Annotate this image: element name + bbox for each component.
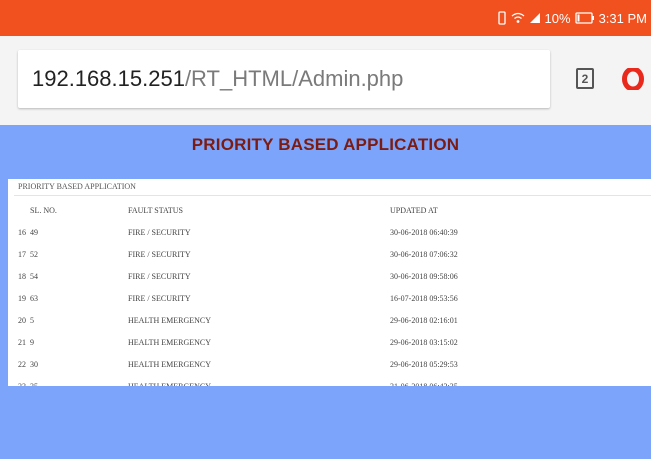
cell-fault-status: HEALTH EMERGENCY: [128, 359, 212, 369]
cell-updated-at: 30-06-2018 06:40:39: [390, 227, 458, 237]
clock: 3:31 PM: [598, 10, 647, 26]
priority-table: SL. NO. FAULT STATUS UPDATED AT 16 49 FIR…: [18, 199, 630, 387]
cell-sl-no: 16 49: [18, 227, 38, 237]
cell-fault-status: HEALTH EMERGENCY: [128, 337, 212, 347]
cell-updated-at: 29-06-2018 05:29:53: [390, 359, 458, 369]
table-row: 17 52 FIRE / SECURITY 30-06-2018 07:06:32: [18, 243, 630, 265]
battery-percent: 10%: [544, 10, 571, 26]
cell-fault-status: FIRE / SECURITY: [128, 271, 191, 281]
cell-fault-status: FIRE / SECURITY: [128, 293, 191, 303]
column-header-sl-no: SL. NO.: [30, 205, 57, 215]
wifi-icon: [511, 12, 525, 24]
tab-count: 2: [581, 71, 589, 86]
battery-icon: [574, 12, 595, 24]
cell-sl-no: 23 35: [18, 381, 38, 387]
cell-updated-at: 29-06-2018 03:15:02: [390, 337, 458, 347]
cell-sl-no: 20 5: [18, 315, 34, 325]
url-host: 192.168.15.251: [32, 66, 185, 91]
browser-toolbar: 192.168.15.251/RT_HTML/Admin.php 2: [0, 36, 651, 125]
cell-sl-no: 17 52: [18, 249, 38, 259]
status-bar: 10% 3:31 PM: [0, 0, 651, 36]
address-bar[interactable]: 192.168.15.251/RT_HTML/Admin.php: [18, 50, 550, 108]
page-content: PRIORITY BASED APPLICATION PRIORITY BASE…: [0, 125, 651, 459]
cell-updated-at: 21-06-2018 06:42:35: [390, 381, 458, 387]
priority-panel: PRIORITY BASED APPLICATION SL. NO. FAULT…: [8, 179, 651, 386]
cell-updated-at: 30-06-2018 07:06:32: [390, 249, 458, 259]
table-row: 20 5 HEALTH EMERGENCY 29-06-2018 02:16:01: [18, 309, 630, 331]
panel-divider: [14, 195, 651, 196]
table-row: 18 54 FIRE / SECURITY 30-06-2018 09:58:06: [18, 265, 630, 287]
vibrate-icon: [497, 11, 507, 25]
url-text[interactable]: 192.168.15.251/RT_HTML/Admin.php: [32, 66, 403, 92]
url-path: /RT_HTML/Admin.php: [184, 66, 404, 91]
table-row: 16 49 FIRE / SECURITY 30-06-2018 06:40:39: [18, 221, 630, 243]
cell-sl-no: 19 63: [18, 293, 38, 303]
table-row: 19 63 FIRE / SECURITY 16-07-2018 09:53:56: [18, 287, 630, 309]
cell-fault-status: FIRE / SECURITY: [128, 249, 191, 259]
cell-updated-at: 16-07-2018 09:53:56: [390, 293, 458, 303]
cell-fault-status: HEALTH EMERGENCY: [128, 315, 212, 325]
column-header-updated-at: UPDATED AT: [390, 205, 438, 215]
cell-updated-at: 30-06-2018 09:58:06: [390, 271, 458, 281]
status-icons: 10% 3:31 PM: [497, 9, 647, 27]
panel-title: PRIORITY BASED APPLICATION: [18, 182, 136, 191]
cell-sl-no: 21 9: [18, 337, 34, 347]
signal-icon: [529, 12, 541, 24]
cell-sl-no: 18 54: [18, 271, 38, 281]
opera-icon[interactable]: [622, 66, 644, 92]
cell-fault-status: FIRE / SECURITY: [128, 227, 191, 237]
table-header-row: SL. NO. FAULT STATUS UPDATED AT: [18, 199, 630, 221]
column-header-fault-status: FAULT STATUS: [128, 205, 184, 215]
cell-updated-at: 29-06-2018 02:16:01: [390, 315, 458, 325]
cell-sl-no: 22 30: [18, 359, 38, 369]
table-row: 23 35 HEALTH EMERGENCY 21-06-2018 06:42:3…: [18, 375, 630, 387]
cell-fault-status: HEALTH EMERGENCY: [128, 381, 212, 387]
tab-switcher-icon[interactable]: 2: [576, 68, 594, 89]
table-row: 22 30 HEALTH EMERGENCY 29-06-2018 05:29:5…: [18, 353, 630, 375]
table-row: 21 9 HEALTH EMERGENCY 29-06-2018 03:15:02: [18, 331, 630, 353]
page-title: PRIORITY BASED APPLICATION: [191, 135, 460, 154]
